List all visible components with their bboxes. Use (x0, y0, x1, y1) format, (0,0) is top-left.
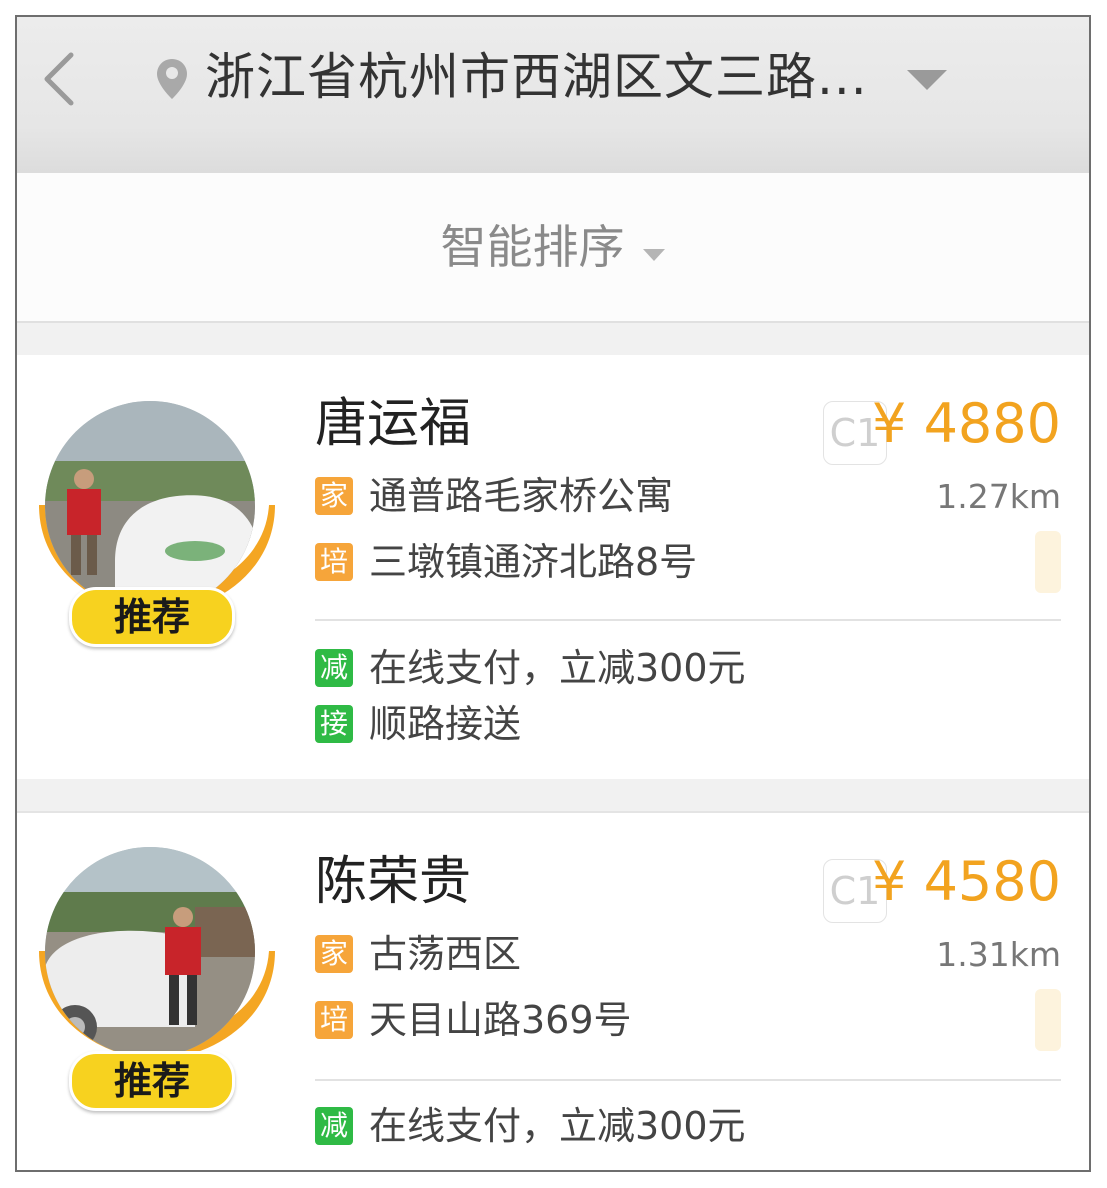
recommended-badge: 推荐 (69, 1051, 235, 1111)
divider (315, 1079, 1061, 1081)
discount-tag: 减 (315, 649, 353, 687)
instructor-photo (45, 847, 255, 1057)
pickup-text: 顺路接送 (369, 702, 522, 746)
location-selector[interactable]: 浙江省杭州市西湖区文三路... (205, 45, 868, 109)
back-arrow-icon[interactable] (39, 49, 79, 109)
distance: 1.31km (936, 935, 1061, 974)
discount-text: 在线支付，立减300元 (369, 1104, 746, 1148)
discount-tag: 减 (315, 1107, 353, 1145)
home-tag: 家 (315, 935, 353, 973)
app-screen: 浙江省杭州市西湖区文三路... 智能排序 推荐 唐运福 C1 ¥ 4880 家 … (15, 15, 1091, 1172)
instructor-photo (45, 401, 255, 611)
home-address: 通普路毛家桥公寓 (369, 474, 674, 518)
top-bar: 浙江省杭州市西湖区文三路... (17, 17, 1089, 173)
home-tag: 家 (315, 477, 353, 515)
status-indicator (1035, 531, 1061, 593)
status-indicator (1035, 989, 1061, 1051)
avatar (45, 401, 255, 611)
instructor-name: 陈荣贵 (315, 852, 472, 912)
training-address: 天目山路369号 (369, 998, 632, 1042)
price: ¥ 4580 (872, 850, 1061, 913)
distance: 1.27km (936, 477, 1061, 516)
training-address: 三墩镇通济北路8号 (369, 540, 698, 584)
sort-label: 智能排序 (440, 220, 625, 274)
card-gap (17, 779, 1089, 811)
instructor-card[interactable]: 推荐 陈荣贵 C1 ¥ 4580 家 古荡西区 1.31km 培 天目山路369… (17, 811, 1089, 1170)
location-pin-icon (157, 59, 187, 99)
sort-bar: 智能排序 (17, 173, 1089, 323)
price: ¥ 4880 (872, 392, 1061, 455)
divider (315, 619, 1061, 621)
discount-text: 在线支付，立减300元 (369, 646, 746, 690)
instructor-name: 唐运福 (315, 394, 472, 454)
pickup-tag: 接 (315, 705, 353, 743)
recommended-badge: 推荐 (69, 587, 235, 647)
caret-down-icon (642, 248, 665, 261)
chevron-down-icon[interactable] (905, 67, 949, 93)
training-tag: 培 (315, 543, 353, 581)
training-tag: 培 (315, 1001, 353, 1039)
sort-dropdown[interactable]: 智能排序 (17, 173, 1089, 323)
instructor-card[interactable]: 推荐 唐运福 C1 ¥ 4880 家 通普路毛家桥公寓 1.27km 培 三墩镇… (17, 355, 1089, 779)
avatar (45, 847, 255, 1057)
home-address: 古荡西区 (369, 932, 522, 976)
